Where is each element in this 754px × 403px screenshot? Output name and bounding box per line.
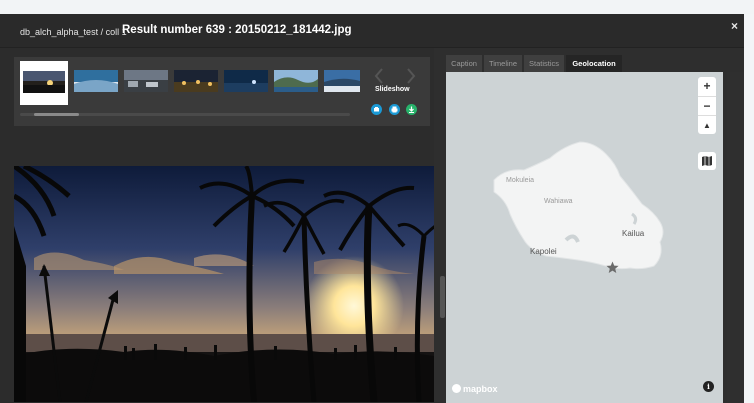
share-icon[interactable] — [371, 104, 382, 115]
background-top — [0, 0, 754, 14]
zoom-in-button[interactable]: + — [698, 77, 716, 96]
page: db_alch_alpha_test / coll 1 Result numbe… — [0, 0, 754, 403]
map-view[interactable]: Mokuleia Wahiawa Kapolei Kailua + − ▲ ma… — [446, 72, 723, 403]
modal-header: db_alch_alpha_test / coll 1 Result numbe… — [0, 14, 744, 48]
tab-statistics[interactable]: Statistics — [524, 55, 564, 72]
mapbox-attribution: mapbox — [463, 384, 498, 394]
main-photo — [14, 166, 434, 402]
thumbnail-strip: Slideshow — [14, 57, 430, 126]
info-icon[interactable]: i — [703, 381, 714, 392]
map-label-mokuleia: Mokuleia — [506, 177, 535, 184]
thumbnail-scrollbar-thumb[interactable] — [34, 113, 79, 116]
map-label-kailua: Kailua — [622, 229, 645, 238]
map-label-kapolei: Kapolei — [530, 247, 557, 256]
thumbnail-7[interactable] — [324, 70, 360, 92]
mapbox-logo: mapbox — [452, 384, 498, 394]
download-icon[interactable] — [406, 104, 417, 115]
tab-geolocation[interactable]: Geolocation — [566, 55, 622, 72]
thumbnail-2[interactable] — [74, 70, 118, 92]
result-title: Result number 639 : 20150212_181442.jpg — [122, 24, 352, 36]
thumbnail-3[interactable] — [124, 70, 168, 92]
compass-icon[interactable]: ▲ — [698, 115, 716, 134]
oahu-island-shape — [493, 141, 664, 270]
chevron-left-icon[interactable] — [374, 68, 384, 88]
thumbnail-5[interactable] — [224, 70, 268, 92]
thumbnail-4[interactable] — [174, 70, 218, 92]
panel-resize-handle[interactable] — [440, 276, 445, 318]
info-tabs: Caption Timeline Statistics Geolocation — [446, 55, 744, 72]
right-panel-edge — [727, 72, 744, 403]
tab-timeline[interactable]: Timeline — [484, 55, 522, 72]
print-icon[interactable] — [389, 104, 400, 115]
collection-breadcrumb: db_alch_alpha_test / coll 1 — [20, 27, 127, 37]
image-viewer-panel: Slideshow — [0, 48, 445, 403]
tab-caption[interactable]: Caption — [446, 55, 482, 72]
slideshow-button[interactable]: Slideshow — [375, 86, 410, 93]
star-icon[interactable] — [606, 261, 619, 279]
zoom-out-button[interactable]: − — [698, 96, 716, 115]
background-right — [744, 14, 754, 403]
thumbnail-selected[interactable] — [20, 61, 68, 105]
close-icon[interactable]: × — [731, 20, 738, 32]
map-label-wahiawa: Wahiawa — [544, 198, 573, 205]
result-modal: db_alch_alpha_test / coll 1 Result numbe… — [0, 14, 744, 403]
map-icon[interactable] — [698, 152, 716, 170]
chevron-right-icon[interactable] — [406, 68, 416, 88]
thumbnail-6[interactable] — [274, 70, 318, 92]
zoom-controls: + − ▲ — [698, 77, 716, 134]
